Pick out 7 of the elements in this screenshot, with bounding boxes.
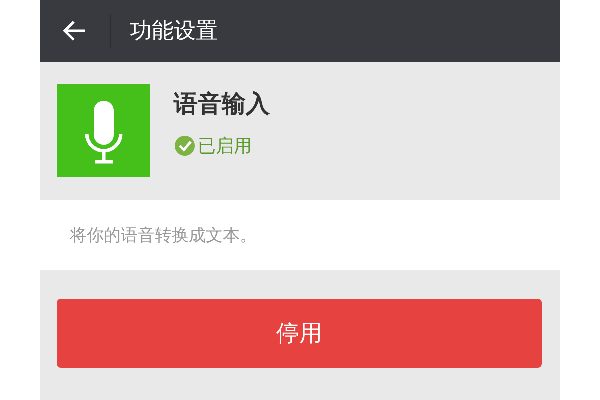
microphone-icon — [57, 84, 150, 177]
page-title: 功能设置 — [130, 18, 218, 46]
feature-name: 语音输入 — [174, 89, 270, 120]
feature-description: 将你的语音转换成文本。 — [70, 224, 257, 246]
disable-button[interactable]: 停用 — [57, 299, 542, 368]
status-label: 已启用 — [198, 135, 252, 158]
back-arrow-icon — [63, 20, 87, 42]
